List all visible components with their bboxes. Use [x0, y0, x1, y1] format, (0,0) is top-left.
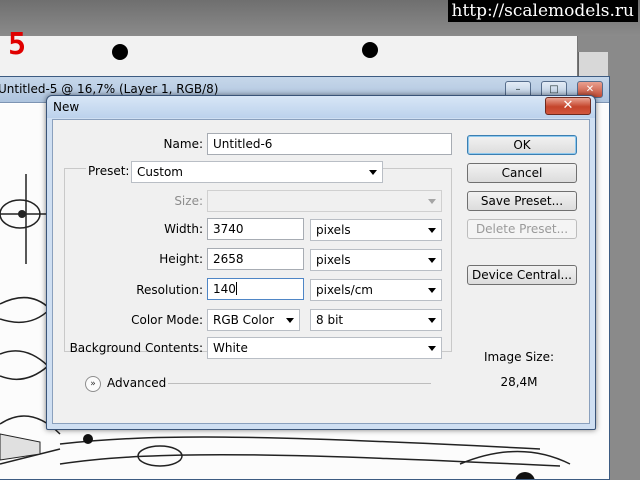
height-label: Height:: [159, 252, 203, 266]
chevron-down-icon: [428, 288, 436, 293]
delete-preset-button: Delete Preset...: [467, 219, 577, 239]
height-unit-value: pixels: [316, 253, 351, 267]
image-size-label: Image Size:: [483, 350, 555, 364]
resolution-unit-value: pixels/cm: [316, 283, 373, 297]
dialog-close-button[interactable]: ✕: [545, 97, 591, 115]
name-input[interactable]: Untitled-6: [207, 133, 452, 155]
resolution-input[interactable]: 140: [207, 278, 304, 300]
chevron-down-icon: [369, 170, 377, 175]
page-number: 5: [8, 27, 27, 62]
resolution-unit-select[interactable]: pixels/cm: [310, 279, 442, 301]
advanced-expand-icon[interactable]: »: [85, 376, 101, 392]
resolution-value: 140: [213, 282, 236, 296]
advanced-divider: [168, 383, 431, 384]
bit-depth-select[interactable]: 8 bit: [310, 309, 442, 331]
preset-select[interactable]: Custom: [131, 161, 383, 183]
preset-label: Preset:: [86, 164, 132, 178]
chevron-down-icon: [428, 318, 436, 323]
width-unit-value: pixels: [316, 223, 351, 237]
background-contents-select[interactable]: White: [207, 337, 442, 359]
text-caret: [235, 282, 237, 295]
color-mode-value: RGB Color: [213, 313, 275, 327]
chevron-down-icon: [428, 228, 436, 233]
bit-depth-value: 8 bit: [316, 313, 344, 327]
document-title: Untitled-5 @ 16,7% (Layer 1, RGB/8): [0, 82, 219, 96]
chevron-down-icon: [286, 318, 294, 323]
width-input[interactable]: 3740: [207, 218, 304, 240]
cancel-button[interactable]: Cancel: [467, 163, 577, 183]
chevron-down-icon: [428, 199, 436, 204]
ok-button[interactable]: OK: [467, 135, 577, 155]
ink-blot: [112, 44, 128, 60]
dialog-title: New: [53, 100, 80, 114]
width-label: Width:: [164, 222, 203, 236]
color-mode-select[interactable]: RGB Color: [207, 309, 300, 331]
image-size-value: 28,4M: [500, 375, 538, 389]
height-unit-select[interactable]: pixels: [310, 249, 442, 271]
height-input[interactable]: 2658: [207, 248, 304, 270]
device-central-button[interactable]: Device Central...: [467, 265, 577, 285]
background-contents-label: Background Contents:: [69, 341, 203, 355]
size-select: [207, 190, 442, 212]
resolution-label: Resolution:: [136, 283, 203, 297]
advanced-label[interactable]: Advanced: [107, 376, 166, 390]
width-unit-select[interactable]: pixels: [310, 219, 442, 241]
save-preset-button[interactable]: Save Preset...: [467, 191, 577, 211]
size-label: Size:: [174, 194, 203, 208]
dialog-titlebar[interactable]: New ✕: [47, 96, 595, 118]
chevron-down-icon: [428, 258, 436, 263]
ink-blot: [362, 42, 378, 58]
watermark: http://scalemodels.ru: [447, 0, 638, 22]
name-label: Name:: [163, 137, 203, 151]
preset-select-value: Custom: [137, 165, 183, 179]
color-mode-label: Color Mode:: [131, 313, 203, 327]
background-contents-value: White: [213, 341, 248, 355]
chevron-down-icon: [428, 346, 436, 351]
